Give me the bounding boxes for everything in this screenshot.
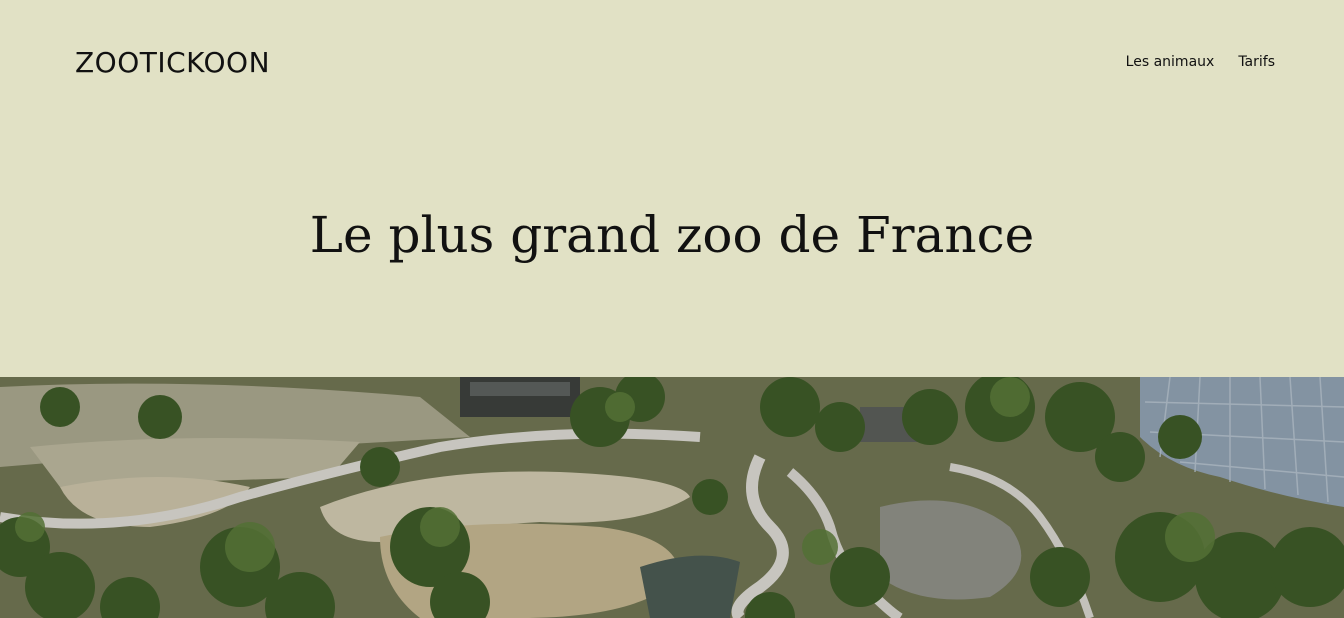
site-header: ZOOTICKOON Les animaux Tarifs (0, 0, 1344, 120)
hero-aerial-photo (0, 377, 1344, 618)
hero-title: Le plus grand zoo de France (309, 206, 1035, 264)
nav-link-tarifs[interactable]: Tarifs (1238, 52, 1275, 72)
site-logo[interactable]: ZOOTICKOON (75, 44, 270, 82)
main-nav: Les animaux Tarifs (1126, 52, 1275, 72)
nav-link-les-animaux[interactable]: Les animaux (1126, 52, 1215, 72)
